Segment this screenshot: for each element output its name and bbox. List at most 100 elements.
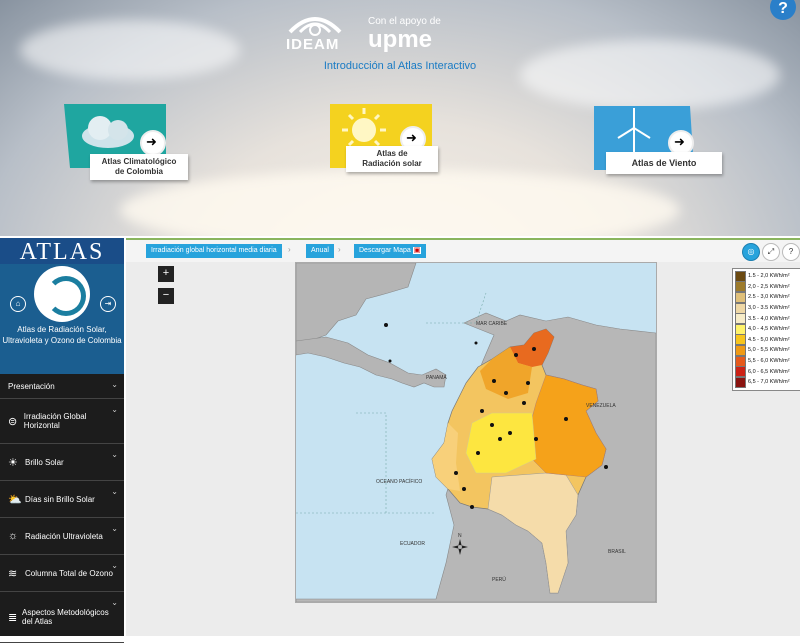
atlas-brand: ATLAS xyxy=(0,238,124,265)
zoom-in-button[interactable]: + xyxy=(158,266,174,282)
legend-row: 5,5 - 6,0 KWh/m² xyxy=(735,355,800,367)
sidebar-item-brillo[interactable]: ☀ Brillo Solar ⌄ xyxy=(0,444,124,481)
sidebar-item-label: Aspectos Metodológicos del Atlas xyxy=(22,608,109,626)
map-label-caribe: MAR CARIBE xyxy=(476,321,508,327)
sidebar-item-label: Presentación xyxy=(8,381,55,391)
breadcrumb-anual[interactable]: Anual xyxy=(306,244,334,258)
list-icon: ≣ xyxy=(8,611,18,624)
legend-swatch xyxy=(735,323,746,335)
map-label-panama: PANAMÁ xyxy=(426,374,447,381)
legend-row: 4.5 - 5,0 KWh/m² xyxy=(735,334,800,346)
legend-row: 3,0 - 3.5 KWh/m² xyxy=(735,302,800,314)
globe-icon: ⊜ xyxy=(8,415,18,428)
layers-icon[interactable]: ◎ xyxy=(742,243,760,261)
fullscreen-icon[interactable]: ⤢ xyxy=(762,243,780,261)
sidebar-title: Atlas de Radiación Solar, Ultravioleta y… xyxy=(2,325,122,345)
atlas-logo-icon xyxy=(34,266,90,322)
help-icon[interactable]: ? xyxy=(782,243,800,261)
ideam-label: IDEAM xyxy=(286,36,340,53)
sidebar-item-presentacion[interactable]: Presentación ⌄ xyxy=(0,374,124,399)
download-map-button[interactable]: Descargar Mapa ▣ xyxy=(354,244,427,258)
breadcrumb-irradiacion[interactable]: Irradiación global horizontal media diar… xyxy=(146,244,282,258)
map-label-ecuador: ECUADOR xyxy=(400,541,425,547)
legend-label: 4.5 - 5,0 KWh/m² xyxy=(748,336,790,343)
chevron-right-icon: › xyxy=(288,245,291,254)
map-label-peru: PERÚ xyxy=(492,576,506,583)
sidebar-menu: Presentación ⌄ ⊜ Irradiación Global Hori… xyxy=(0,374,124,643)
legend-swatch xyxy=(735,334,746,346)
legend-label: 2.5 - 3,0 KWh/m² xyxy=(748,294,790,301)
help-button[interactable]: ? xyxy=(770,0,796,20)
card-label: Atlas de Viento xyxy=(606,152,722,174)
sidebar-item-irradiacion[interactable]: ⊜ Irradiación Global Horizontal ⌄ xyxy=(0,399,124,444)
ozone-icon: ≋ xyxy=(8,567,18,580)
toolbar: Irradiación global horizontal media diar… xyxy=(126,238,800,262)
legend-label: 2,0 - 2,5 KWh/m² xyxy=(748,283,790,290)
chevron-down-icon: ⌄ xyxy=(111,405,118,414)
sidebar: ATLAS ⌂ ⇥ Atlas de Radiación Solar, Ultr… xyxy=(0,238,124,643)
sidebar-item-label: Radiación Ultravioleta xyxy=(25,531,103,541)
card-label: Atlas Climatológico de Colombia xyxy=(90,154,188,180)
chevron-right-icon: › xyxy=(338,245,341,254)
legend-row: 3.5 - 4,0 KWh/m² xyxy=(735,313,800,325)
map-legend: 1.5 - 2,0 KWh/m² 2,0 - 2,5 KWh/m² 2.5 - 3,… xyxy=(732,268,800,391)
legend-label: 4,0 - 4,5 KWh/m² xyxy=(748,326,790,333)
sidebar-item-uv[interactable]: ☼ Radiación Ultravioleta ⌄ xyxy=(0,518,124,555)
cloud-decoration xyxy=(520,40,780,110)
legend-label: 3.5 - 4,0 KWh/m² xyxy=(748,315,790,322)
sidebar-header: ⌂ ⇥ Atlas de Radiación Solar, Ultraviole… xyxy=(0,264,124,374)
radiation-map[interactable]: MAR CARIBE PANAMÁ VENEZUELA OCEANO PACÍF… xyxy=(295,262,657,603)
legend-row: 5,0 - 5,5 KWh/m² xyxy=(735,344,800,356)
share-icon[interactable]: ⇥ xyxy=(100,296,116,312)
sidebar-item-label: Días sin Brillo Solar xyxy=(25,494,95,504)
legend-swatch xyxy=(735,313,746,325)
chevron-down-icon: ⌄ xyxy=(111,598,118,607)
sidebar-item-dias[interactable]: ⛅ Días sin Brillo Solar ⌄ xyxy=(0,481,124,518)
sidebar-item-label: Irradiación Global Horizontal xyxy=(23,412,87,430)
chevron-down-icon: ⌄ xyxy=(111,524,118,533)
home-icon[interactable]: ⌂ xyxy=(10,296,26,312)
legend-row: 2,0 - 2,5 KWh/m² xyxy=(735,281,800,293)
main-panel: Irradiación global horizontal media diar… xyxy=(126,238,800,636)
sidebar-item-aspectos[interactable]: ≣ Aspectos Metodológicos del Atlas ⌄ xyxy=(0,592,124,643)
legend-label: 5,0 - 5,5 KWh/m² xyxy=(748,347,790,354)
legend-row: 1.5 - 2,0 KWh/m² xyxy=(735,270,800,282)
map-graphic: MAR CARIBE PANAMÁ VENEZUELA OCEANO PACÍF… xyxy=(296,263,656,602)
legend-swatch xyxy=(735,270,746,282)
uv-sun-icon: ☼ xyxy=(8,530,19,542)
card-atlas-radiacion[interactable]: Atlas deRadiación solar xyxy=(330,104,460,184)
legend-swatch xyxy=(735,344,746,356)
legend-swatch xyxy=(735,366,746,378)
pdf-icon: ▣ xyxy=(412,247,422,254)
sidebar-item-label: Columna Total de Ozono xyxy=(25,568,113,578)
legend-swatch xyxy=(735,291,746,303)
logos: IDEAM Con el apoyo de upme xyxy=(276,12,526,54)
intro-title: Introducción al Atlas Interactivo xyxy=(323,60,477,72)
legend-swatch xyxy=(735,376,746,388)
legend-label: 5,5 - 6,0 KWh/m² xyxy=(748,358,790,365)
legend-row: 4,0 - 4,5 KWh/m² xyxy=(735,323,800,335)
intro-banner: ? IDEAM Con el apoyo de upme Introducció… xyxy=(0,0,800,236)
sidebar-item-label: Brillo Solar xyxy=(25,457,64,467)
cloud-sun-icon: ⛅ xyxy=(8,493,22,506)
legend-swatch xyxy=(735,281,746,293)
legend-swatch xyxy=(735,302,746,314)
sidebar-item-ozono[interactable]: ≋ Columna Total de Ozono ⌄ xyxy=(0,555,124,592)
map-label-pacifico: OCEANO PACÍFICO xyxy=(376,478,422,485)
legend-label: 6,0 - 6,5 KWh/m² xyxy=(748,368,790,375)
card-atlas-viento[interactable]: Atlas de Viento xyxy=(594,106,724,186)
chevron-down-icon: ⌄ xyxy=(111,450,118,459)
map-label-venezuela: VENEZUELA xyxy=(586,403,616,409)
card-label: Atlas de Radiación solar xyxy=(346,146,438,172)
zoom-out-button[interactable]: − xyxy=(158,288,174,304)
arrow-right-icon xyxy=(140,130,166,156)
legend-label: 3,0 - 3.5 KWh/m² xyxy=(748,305,790,312)
legend-label: 6,5 - 7,0 KWh/m² xyxy=(748,379,790,386)
legend-row: 2.5 - 3,0 KWh/m² xyxy=(735,291,800,303)
legend-row: 6,0 - 6,5 KWh/m² xyxy=(735,366,800,378)
card-atlas-climatologico[interactable]: Atlas Climatológicode Colombia xyxy=(64,104,194,184)
chevron-down-icon: ⌄ xyxy=(111,561,118,570)
chevron-down-icon: ⌄ xyxy=(111,380,118,389)
legend-row: 6,5 - 7,0 KWh/m² xyxy=(735,376,800,388)
chevron-down-icon: ⌄ xyxy=(111,487,118,496)
